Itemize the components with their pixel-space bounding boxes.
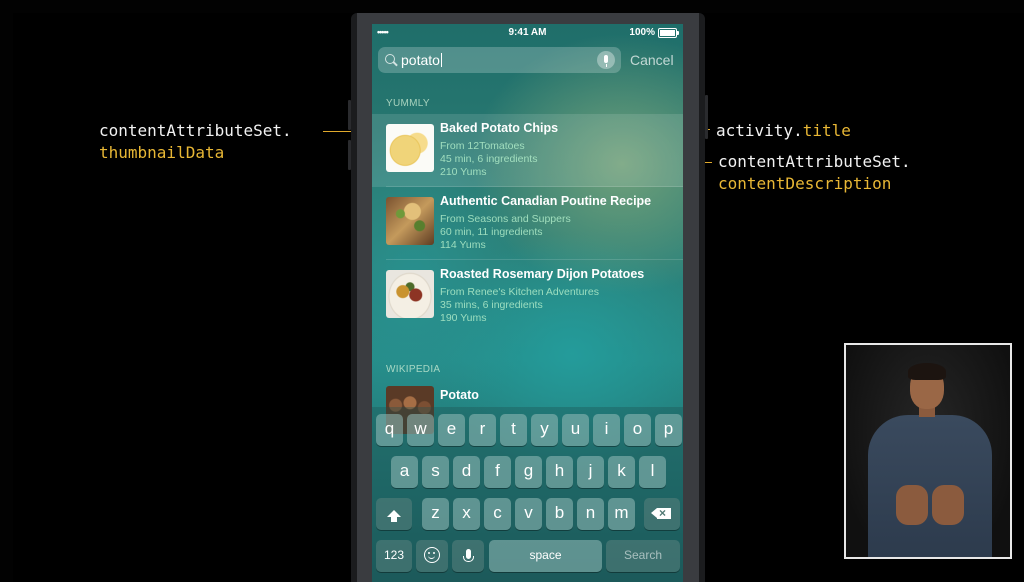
- annotation-line: contentAttributeSet.: [99, 121, 292, 140]
- result-source: From Seasons and Suppers: [440, 213, 571, 225]
- search-query: potato: [401, 52, 442, 68]
- result-title: Roasted Rosemary Dijon Potatoes: [440, 267, 645, 281]
- result-yums: 190 Yums: [440, 312, 487, 324]
- phone-volume-button: [348, 140, 351, 170]
- result-yums: 114 Yums: [440, 239, 486, 251]
- annotation-line: thumbnailData: [99, 143, 225, 162]
- key[interactable]: i: [593, 414, 620, 446]
- phone-volume-button: [348, 100, 351, 130]
- key[interactable]: h: [546, 456, 573, 488]
- result-row[interactable]: Roasted Rosemary Dijon Potatoes From Ren…: [372, 260, 683, 333]
- dictation-key[interactable]: [452, 540, 484, 572]
- annotation-prefix: activity.: [716, 121, 803, 140]
- annotation-content-description: contentAttributeSet. contentDescription: [718, 151, 911, 195]
- emoji-icon: [424, 547, 440, 563]
- key[interactable]: e: [438, 414, 465, 446]
- result-title: Authentic Canadian Poutine Recipe: [440, 194, 652, 208]
- key[interactable]: s: [422, 456, 449, 488]
- annotation-activity-title: activity.title: [716, 120, 851, 142]
- key[interactable]: d: [453, 456, 480, 488]
- search-key[interactable]: Search: [606, 540, 680, 572]
- delete-key[interactable]: [644, 498, 680, 530]
- search-input[interactable]: potato: [378, 47, 621, 73]
- section-header-yummly: YUMMLY: [386, 98, 430, 109]
- result-details: 45 min, 6 ingredients: [440, 153, 538, 165]
- result-details: 35 mins, 6 ingredients: [440, 299, 543, 311]
- phone-screen: ••••• 9:41 AM 100% potato Cancel YUMMLY …: [372, 24, 683, 582]
- dictation-button[interactable]: [597, 51, 615, 69]
- key[interactable]: v: [515, 498, 542, 530]
- key[interactable]: t: [500, 414, 527, 446]
- speaker-shirt: [868, 415, 992, 557]
- key[interactable]: f: [484, 456, 511, 488]
- key[interactable]: g: [515, 456, 542, 488]
- key[interactable]: r: [469, 414, 496, 446]
- battery-percentage: 100%: [629, 27, 655, 38]
- shift-key[interactable]: [376, 498, 412, 530]
- result-details: 60 min, 11 ingredients: [440, 226, 543, 238]
- key[interactable]: m: [608, 498, 635, 530]
- battery-icon: [658, 28, 679, 38]
- speaker-hair: [908, 363, 946, 380]
- result-thumbnail: [386, 124, 434, 172]
- annotation-line: contentAttributeSet.: [718, 152, 911, 171]
- key[interactable]: a: [391, 456, 418, 488]
- cancel-button[interactable]: Cancel: [630, 52, 674, 68]
- microphone-icon: [462, 549, 474, 562]
- speaker-arm: [896, 485, 928, 525]
- speaker-video-inset: [844, 343, 1012, 559]
- shift-icon: [387, 510, 401, 522]
- key[interactable]: j: [577, 456, 604, 488]
- emoji-key[interactable]: [416, 540, 448, 572]
- phone-power-button: [705, 95, 708, 139]
- delete-icon: [651, 499, 671, 527]
- key[interactable]: o: [624, 414, 651, 446]
- key[interactable]: y: [531, 414, 558, 446]
- space-key[interactable]: space: [489, 540, 602, 572]
- result-row[interactable]: Authentic Canadian Poutine Recipe From S…: [372, 187, 683, 260]
- key[interactable]: q: [376, 414, 403, 446]
- annotation-line: contentDescription: [718, 174, 892, 193]
- key[interactable]: k: [608, 456, 635, 488]
- key[interactable]: p: [655, 414, 682, 446]
- result-thumbnail: [386, 270, 434, 318]
- result-row[interactable]: Baked Potato Chips From 12Tomatoes 45 mi…: [372, 114, 683, 187]
- key[interactable]: n: [577, 498, 604, 530]
- key[interactable]: c: [484, 498, 511, 530]
- result-yums: 210 Yums: [440, 166, 487, 178]
- key[interactable]: w: [407, 414, 434, 446]
- status-bar: ••••• 9:41 AM 100%: [372, 24, 683, 42]
- microphone-icon: [604, 55, 608, 67]
- keyboard: q w e r t y u i o p a s d f g h j k l z …: [372, 407, 683, 582]
- key[interactable]: b: [546, 498, 573, 530]
- section-header-wikipedia: WIKIPEDIA: [386, 364, 441, 375]
- result-thumbnail: [386, 197, 434, 245]
- key[interactable]: x: [453, 498, 480, 530]
- key[interactable]: u: [562, 414, 589, 446]
- numbers-key[interactable]: 123: [376, 540, 412, 572]
- speaker-arm: [932, 485, 964, 525]
- key[interactable]: z: [422, 498, 449, 530]
- result-title: Baked Potato Chips: [440, 121, 559, 135]
- search-icon: [385, 54, 395, 64]
- result-source: From Renee's Kitchen Adventures: [440, 286, 600, 298]
- result-title: Potato: [440, 388, 479, 402]
- annotation-suffix: title: [802, 121, 851, 140]
- annotation-thumbnail-data: contentAttributeSet. thumbnailData: [99, 120, 292, 164]
- text-cursor: [440, 53, 442, 67]
- key[interactable]: l: [639, 456, 666, 488]
- result-source: From 12Tomatoes: [440, 140, 525, 152]
